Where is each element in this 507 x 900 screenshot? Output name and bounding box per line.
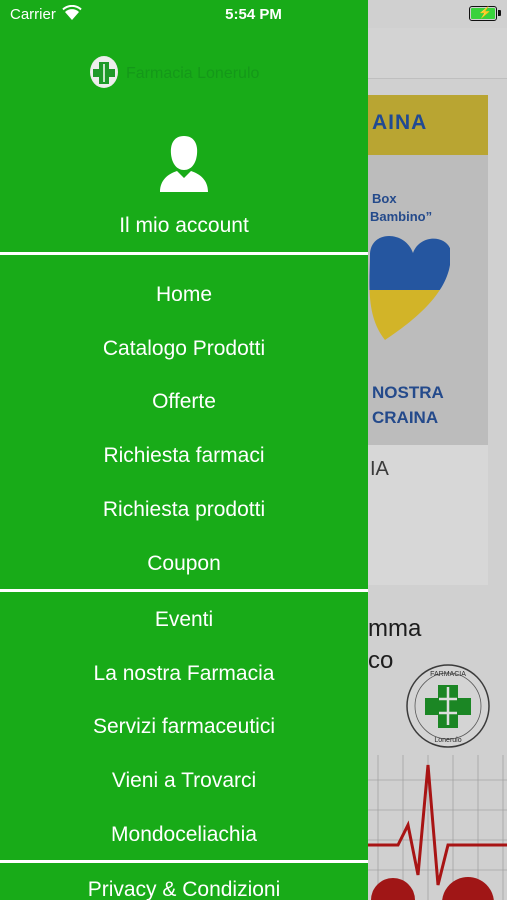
status-bar: Carrier 5:54 PM ⚡ (0, 0, 507, 28)
menu-item-richiesta-prodotti[interactable]: Richiesta prodotti (0, 498, 368, 522)
menu-item-servizi-farmaceutici[interactable]: Servizi farmaceutici (0, 715, 368, 739)
brand-logo-icon (90, 56, 118, 88)
menu-item-privacy-condizioni[interactable]: Privacy & Condizioni (0, 878, 368, 900)
menu-item-vieni-a-trovarci[interactable]: Vieni a Trovarci (0, 769, 368, 793)
menu-item-offerte[interactable]: Offerte (0, 390, 368, 414)
menu-item-home[interactable]: Home (0, 283, 368, 307)
side-menu: Farmacia Lonerulo Il mio account Home Ca… (0, 0, 368, 900)
my-account-link[interactable]: Il mio account (0, 214, 368, 238)
menu-item-richiesta-farmaci[interactable]: Richiesta farmaci (0, 444, 368, 468)
menu-divider (0, 252, 368, 255)
brand-name: Farmacia Lonerulo (126, 65, 260, 82)
clock: 5:54 PM (225, 6, 282, 23)
user-icon[interactable] (158, 134, 210, 192)
menu-item-eventi[interactable]: Eventi (0, 608, 368, 632)
menu-item-coupon[interactable]: Coupon (0, 552, 368, 576)
menu-divider (0, 589, 368, 592)
menu-item-mondoceliachia[interactable]: Mondoceliachia (0, 823, 368, 847)
menu-divider (0, 860, 368, 863)
menu-item-catalogo-prodotti[interactable]: Catalogo Prodotti (0, 337, 368, 361)
battery-icon: ⚡ (469, 6, 501, 21)
menu-item-la-nostra-farmacia[interactable]: La nostra Farmacia (0, 662, 368, 686)
